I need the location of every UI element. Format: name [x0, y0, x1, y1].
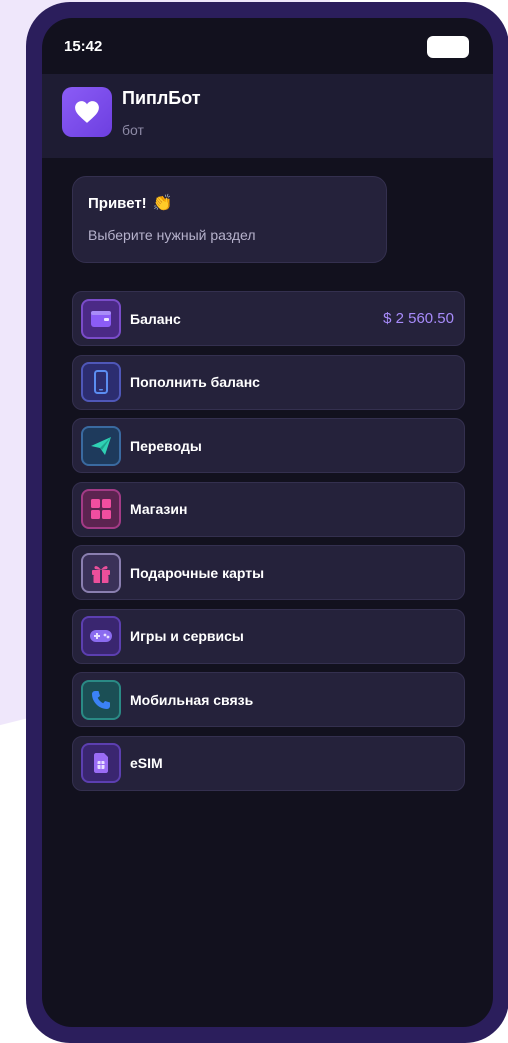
menu-item-label: Мобильная связь: [130, 691, 254, 708]
wallet-glyph: [91, 310, 111, 327]
status-time: 15:42: [64, 38, 103, 55]
status-bar: 15:42: [42, 18, 493, 74]
bot-name: ПиплБот: [122, 88, 201, 108]
gift-glyph: [92, 565, 110, 583]
gamepad-icon: [81, 616, 121, 656]
menu-item-games-services[interactable]: Игры и сервисы: [72, 608, 465, 664]
chat-header[interactable]: ПиплБот бот: [42, 74, 493, 158]
menu-item-gift-cards[interactable]: Подарочные карты: [72, 545, 465, 600]
menu-item-top-up[interactable]: Пополнить баланс: [72, 354, 465, 410]
menu-item-label: Подарочные карты: [130, 564, 265, 581]
gift-icon: [81, 552, 121, 593]
clapping-hands-icon: 👏: [152, 195, 173, 212]
menu-item-label: eSIM: [130, 755, 163, 771]
menu-item-label: Пополнить баланс: [130, 374, 260, 390]
heart-icon: [75, 101, 99, 123]
send-glyph: [91, 436, 111, 455]
phone-frame: 15:42 ПиплБот бот Привет! 👏 Выберите нуж…: [26, 2, 508, 1043]
phone-icon: [81, 362, 121, 402]
battery-icon: [427, 36, 469, 58]
greeting-hint: Выберите нужный раздел: [88, 227, 256, 243]
greeting-message: Привет! 👏 Выберите нужный раздел: [72, 176, 387, 263]
avatar[interactable]: [62, 87, 112, 137]
menu-item-mobile[interactable]: Мобильная связь: [72, 672, 465, 727]
call-glyph: [92, 690, 110, 709]
phone-glyph: [94, 370, 108, 394]
menu-item-esim[interactable]: eSIM: [72, 735, 465, 791]
menu-item-label: Магазин: [130, 501, 188, 517]
grid-glyph: [91, 499, 111, 519]
menu-item-balance[interactable]: Баланс $ 2 560.50: [72, 291, 465, 346]
bot-subtitle: бот: [122, 122, 144, 138]
greeting-line: Привет! 👏: [88, 193, 371, 213]
sim-glyph: [94, 753, 108, 773]
gamepad-glyph: [90, 630, 112, 642]
menu-item-transfers[interactable]: Переводы: [72, 418, 465, 473]
call-icon: [81, 679, 121, 720]
greeting-text: Привет!: [88, 194, 147, 212]
balance-amount: $ 2 560.50: [383, 310, 454, 327]
send-icon: [81, 425, 121, 466]
menu-item-label: Баланс: [130, 310, 181, 327]
wallet-icon: [81, 298, 121, 339]
menu-item-label: Переводы: [130, 437, 202, 454]
menu-list: Баланс $ 2 560.50 Пополнить баланс Перев…: [72, 291, 465, 799]
grid-icon: [81, 489, 121, 529]
phone-screen: 15:42 ПиплБот бот Привет! 👏 Выберите нуж…: [42, 18, 493, 1027]
sim-icon: [81, 743, 121, 783]
menu-item-label: Игры и сервисы: [130, 628, 244, 644]
menu-item-shop[interactable]: Магазин: [72, 481, 465, 537]
